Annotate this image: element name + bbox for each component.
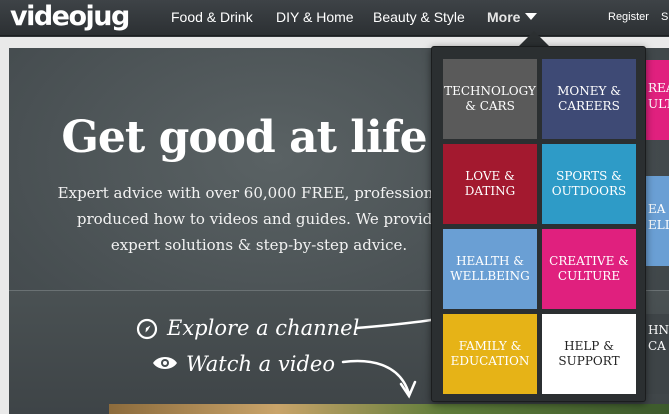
nav-more-label: More — [487, 9, 521, 25]
arrow-right-icon — [355, 318, 433, 330]
peek-tile-2-label: EA ELL — [648, 202, 669, 232]
eye-icon — [153, 357, 177, 369]
video-thumbnail-strip[interactable] — [109, 404, 669, 414]
nav-food-drink[interactable]: Food & Drink — [171, 9, 253, 25]
peek-tile-1[interactable]: REA ULT — [646, 60, 669, 140]
tile-help-support[interactable]: Help & Support — [542, 314, 636, 394]
dropdown-pointer — [518, 31, 550, 47]
register-link[interactable]: Register — [608, 11, 649, 23]
sign-in-link[interactable]: S — [661, 11, 668, 23]
nav-beauty-style[interactable]: Beauty & Style — [373, 9, 465, 25]
chevron-down-icon — [525, 13, 538, 20]
tile-family-education[interactable]: Family & Education — [443, 314, 537, 394]
peek-tile-3-label: HNC CA — [648, 323, 669, 353]
arrow-down-icon — [341, 359, 417, 399]
compass-icon — [136, 318, 158, 340]
tile-health-wellbeing[interactable]: Health & Wellbeing — [443, 229, 537, 309]
watch-video-link[interactable]: Watch a video — [186, 352, 335, 376]
explore-channel-link[interactable]: Explore a channel — [167, 316, 359, 340]
tile-money-careers[interactable]: Money & Careers — [542, 59, 636, 139]
peek-tile-3[interactable]: HNC CA — [646, 314, 669, 394]
tile-technology-cars[interactable]: Technology & Cars — [443, 59, 537, 139]
peek-tile-1-label: REA ULT — [648, 81, 669, 111]
hero-title: Get good at life — [61, 112, 427, 163]
tile-love-dating[interactable]: Love & Dating — [443, 144, 537, 224]
hero-subtitle: Expert advice with over 60,000 FREE, pro… — [57, 184, 461, 254]
tile-creative-culture[interactable]: Creative & Culture — [542, 229, 636, 309]
nav-more-button[interactable]: More — [487, 9, 538, 25]
more-dropdown-menu: Technology & Cars Money & Careers Love &… — [431, 46, 646, 402]
peek-tile-2[interactable]: EA ELL — [646, 176, 669, 266]
top-nav-bar: videojug Food & Drink DIY & Home Beauty … — [0, 0, 669, 36]
nav-diy-home[interactable]: DIY & Home — [276, 9, 354, 25]
videojug-logo[interactable]: videojug — [10, 1, 130, 32]
tile-sports-outdoors[interactable]: Sports & Outdoors — [542, 144, 636, 224]
